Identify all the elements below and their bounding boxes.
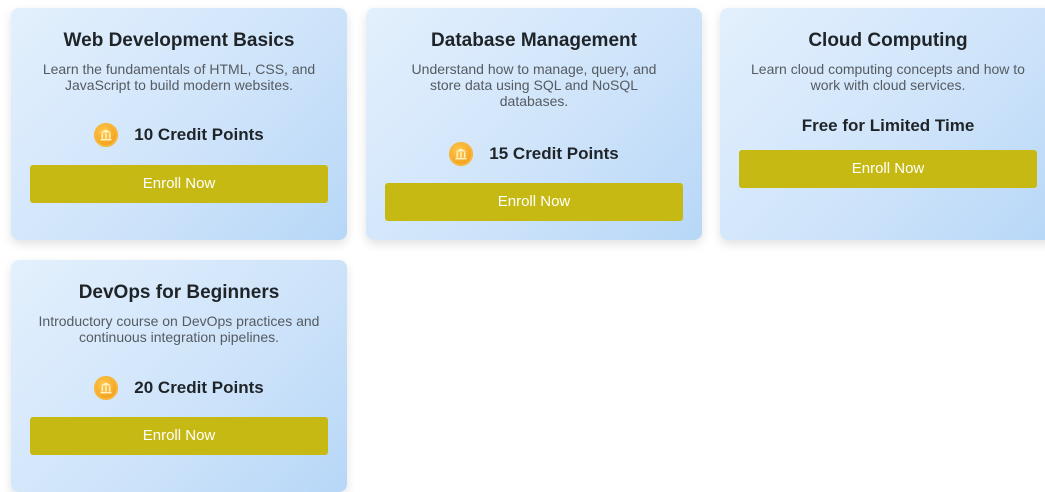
course-description: Learn cloud computing concepts and how t… (751, 61, 1025, 93)
course-card-devops: DevOps for Beginners Introductory course… (11, 260, 347, 492)
course-title: Web Development Basics (63, 30, 295, 51)
enroll-now-button[interactable]: Enroll Now (385, 183, 683, 221)
bank-coin-icon (449, 142, 474, 166)
price-note: Free for Limited Time (801, 116, 975, 135)
enroll-now-button[interactable]: Enroll Now (739, 150, 1037, 188)
course-description: Understand how to manage, query, and sto… (411, 61, 657, 109)
course-card-database-management: Database Management Understand how to ma… (366, 8, 702, 240)
credit-points: 20 Credit Points (11, 375, 347, 401)
credit-points-label: 20 Credit Points (134, 378, 264, 397)
course-title: Database Management (431, 30, 637, 51)
credit-points-label: 10 Credit Points (134, 125, 264, 144)
course-card-cloud-computing: Cloud Computing Learn cloud computing co… (720, 8, 1045, 240)
enroll-now-button[interactable]: Enroll Now (30, 417, 328, 455)
enroll-now-button[interactable]: Enroll Now (30, 165, 328, 203)
course-card-web-development: Web Development Basics Learn the fundame… (11, 8, 347, 240)
course-title: Cloud Computing (808, 30, 968, 51)
credit-points: 10 Credit Points (11, 122, 347, 148)
course-description: Learn the fundamentals of HTML, CSS, and… (42, 61, 316, 93)
credit-points: 15 Credit Points (366, 141, 702, 167)
course-description: Introductory course on DevOps practices … (38, 313, 320, 345)
bank-coin-icon (94, 123, 119, 147)
credit-points-label: 15 Credit Points (489, 144, 619, 163)
bank-coin-icon (94, 376, 119, 400)
course-title: DevOps for Beginners (78, 282, 280, 303)
